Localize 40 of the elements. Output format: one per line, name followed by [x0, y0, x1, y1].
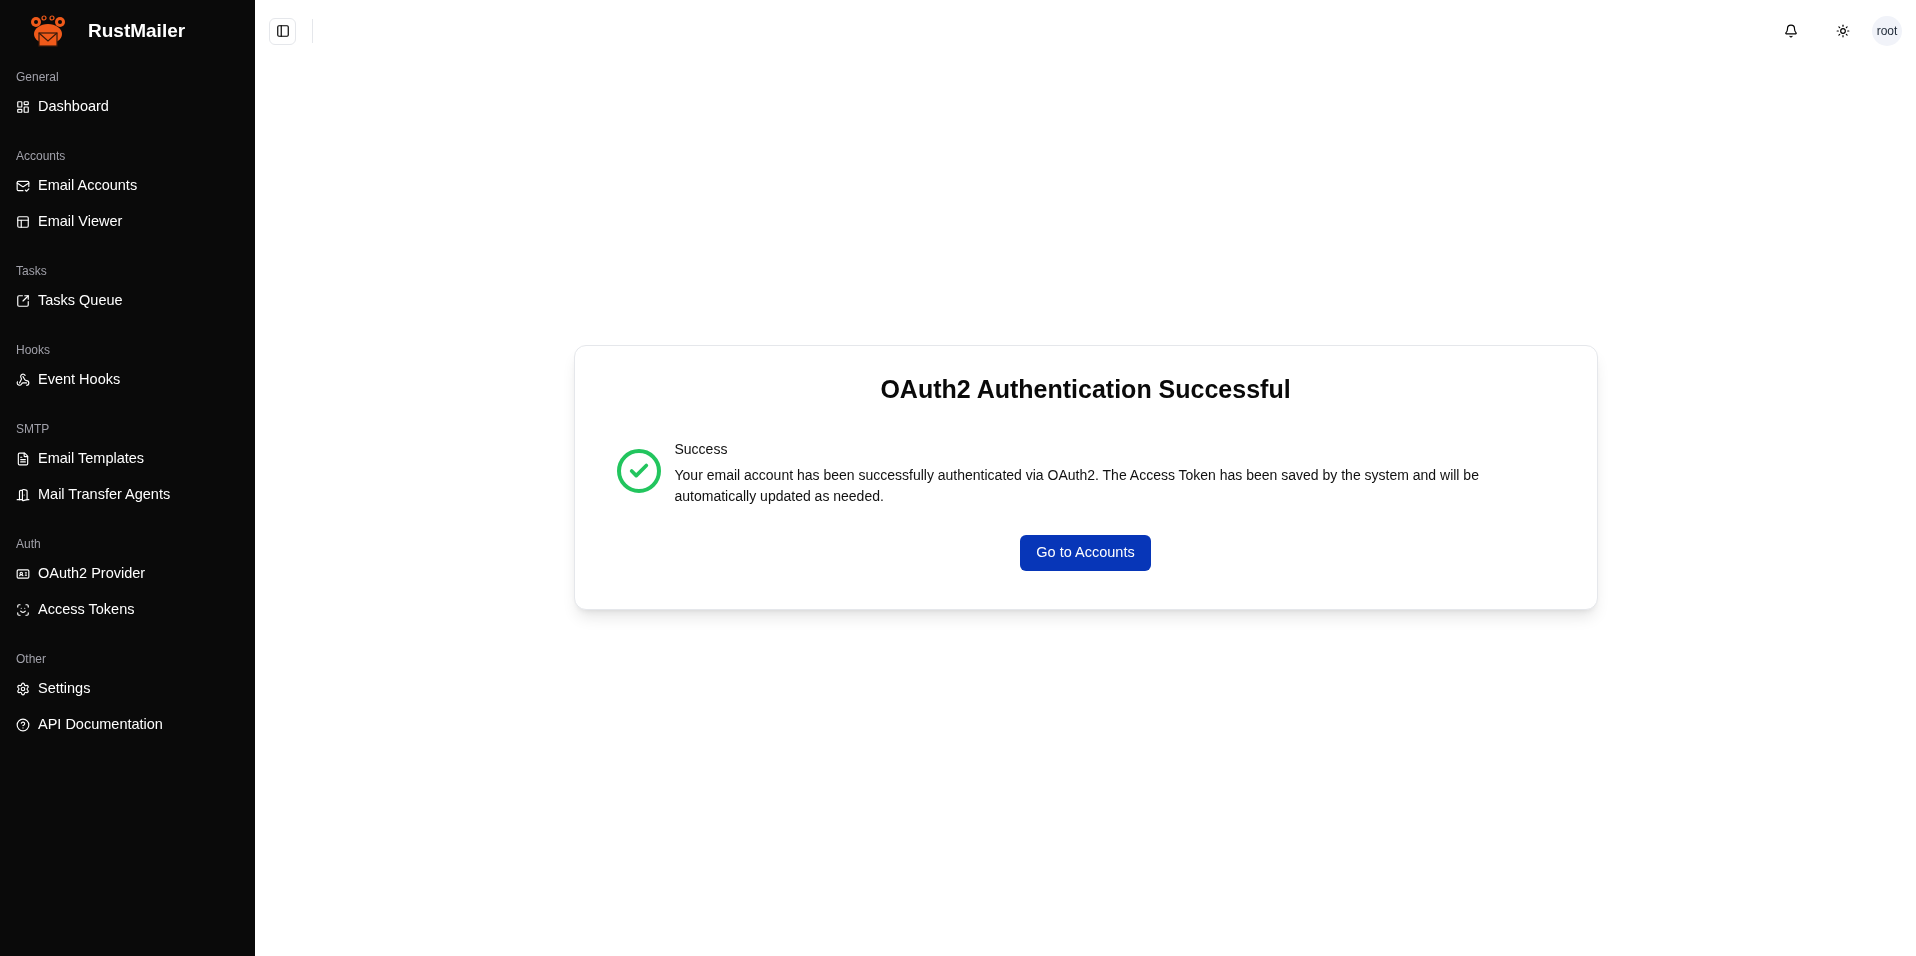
sidebar-item[interactable]: Dashboard	[16, 89, 239, 125]
external-link-icon	[16, 294, 30, 308]
sun-icon	[1836, 24, 1850, 38]
mail-icon	[16, 179, 30, 193]
section-label: Accounts	[16, 147, 67, 165]
sidebar-item[interactable]: Email Viewer	[16, 204, 239, 240]
section-label: SMTP	[16, 420, 51, 438]
go-to-accounts-button[interactable]: Go to Accounts	[1020, 534, 1151, 571]
bell-icon	[1784, 24, 1798, 38]
section-label: General	[16, 68, 60, 86]
sidebar-icon	[275, 24, 290, 38]
settings-icon	[16, 682, 30, 696]
section-label: Hooks	[16, 341, 51, 359]
sidebar-item[interactable]: Mail Transfer Agents	[16, 477, 239, 513]
id-card-icon	[16, 567, 30, 581]
door-icon	[16, 488, 30, 502]
sidebar-item[interactable]: OAuth2 Provider	[16, 556, 239, 592]
panel-icon	[16, 215, 30, 229]
status-label: Success	[674, 439, 729, 459]
webhook-icon	[16, 373, 30, 387]
user-avatar[interactable]: root	[1872, 16, 1902, 46]
help-icon	[16, 718, 30, 732]
section-label: Auth	[16, 535, 42, 553]
sidebar-item[interactable]: API Documentation	[16, 707, 239, 743]
document-icon	[16, 452, 30, 466]
sidebar-item[interactable]: Event Hooks	[16, 362, 239, 398]
crab-logo-icon	[28, 14, 68, 48]
section-label: Other	[16, 650, 47, 668]
sidebar-toggle-button[interactable]	[269, 17, 296, 45]
section-label: Tasks	[16, 262, 48, 280]
sidebar-item[interactable]: Settings	[16, 671, 239, 707]
sidebar-item[interactable]: Access Tokens	[16, 592, 239, 628]
dashboard-icon	[16, 100, 30, 114]
app-name: RustMailer	[88, 18, 186, 43]
success-message: Your email account has been successfully authenticated via OAuth2. The Access Token has been saved by the system and will be automatically updated as needed.	[674, 465, 1480, 506]
sidebar-item[interactable]: Email Templates	[16, 441, 239, 477]
sidebar-item[interactable]: Email Accounts	[16, 168, 239, 204]
card-title: OAuth2 Authentication Successful	[880, 374, 1291, 405]
scan-icon	[16, 603, 30, 617]
sidebar-item[interactable]: Tasks Queue	[16, 283, 239, 319]
